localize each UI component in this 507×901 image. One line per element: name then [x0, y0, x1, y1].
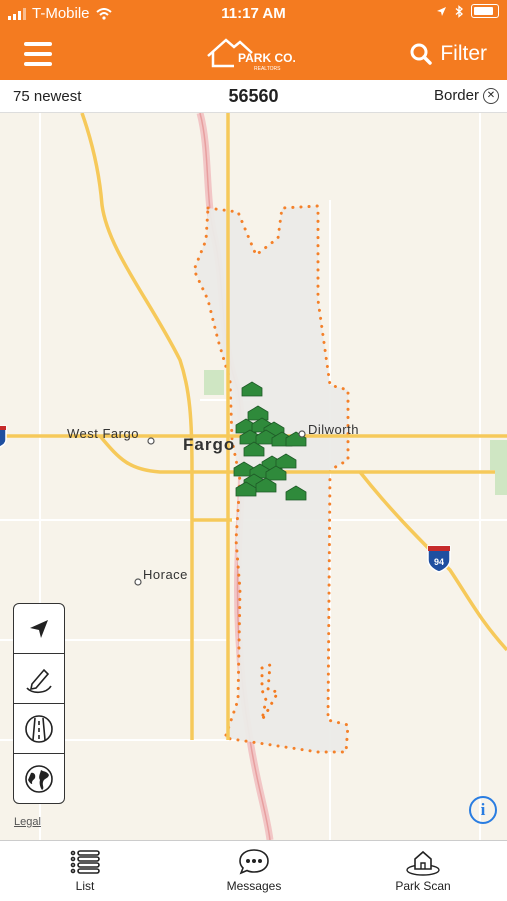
- logo-sub: REALTORS: [254, 66, 281, 72]
- battery-icon: [471, 4, 499, 18]
- tab-park-scan[interactable]: Park Scan: [363, 847, 483, 893]
- app-header: PARK CO. REALTORS Filter: [0, 28, 507, 80]
- interstate-94-shield: 94: [427, 545, 451, 573]
- dilworth-dot: [298, 430, 306, 438]
- map-tools: [13, 603, 65, 804]
- tab-messages-label: Messages: [226, 879, 282, 893]
- globe-icon: [25, 764, 53, 793]
- tab-messages[interactable]: Messages: [194, 847, 314, 893]
- location-arrow-icon: [437, 6, 446, 16]
- map-view[interactable]: 94 West Fargo Fargo Dilworth Horace: [0, 113, 507, 840]
- pencil-icon: [26, 668, 52, 693]
- label-horace: Horace: [143, 567, 188, 582]
- status-right: [436, 4, 499, 18]
- menu-button[interactable]: [24, 42, 52, 66]
- park-co-logo: PARK CO. REALTORS: [207, 38, 296, 72]
- info-button[interactable]: i: [469, 796, 497, 824]
- search-icon: [410, 43, 433, 65]
- legal-link[interactable]: Legal: [14, 816, 41, 828]
- locate-button[interactable]: [14, 604, 64, 654]
- messages-icon: [239, 849, 269, 875]
- filter-button[interactable]: Filter: [410, 42, 487, 66]
- label-west-fargo: West Fargo: [67, 426, 139, 441]
- draw-button[interactable]: [14, 654, 64, 704]
- logo-main: PARK CO.: [238, 51, 296, 65]
- tab-list[interactable]: List: [25, 847, 145, 893]
- close-icon[interactable]: ✕: [483, 87, 499, 104]
- highway-shield-left: [0, 425, 7, 448]
- tab-bar: List Messages Park Scan: [0, 840, 507, 901]
- location-arrow-icon: [30, 619, 48, 638]
- road-view-button[interactable]: [14, 704, 64, 754]
- border-label: Border: [433, 87, 479, 104]
- west-fargo-dot: [147, 437, 155, 445]
- tab-list-label: List: [75, 879, 95, 893]
- horace-dot: [134, 578, 142, 586]
- road-icon: [25, 714, 53, 743]
- status-time: 11:17 AM: [221, 5, 286, 22]
- label-dilworth: Dilworth: [308, 422, 359, 437]
- tab-park-scan-label: Park Scan: [395, 879, 451, 893]
- label-fargo: Fargo: [183, 435, 236, 454]
- zip-code: 56560: [228, 86, 279, 106]
- border-toggle[interactable]: Border ✕: [434, 87, 499, 104]
- results-bar: 75 newest 56560 Border ✕: [0, 80, 507, 113]
- map-canvas[interactable]: 94: [0, 113, 507, 840]
- filter-label: Filter: [440, 42, 487, 65]
- status-bar: T-Mobile 11:17 AM: [0, 0, 507, 28]
- interstate-label: 94: [434, 557, 444, 567]
- bluetooth-icon: [455, 4, 463, 18]
- park-scan-icon: [406, 850, 440, 876]
- globe-view-button[interactable]: [14, 754, 64, 803]
- list-icon: [70, 850, 100, 874]
